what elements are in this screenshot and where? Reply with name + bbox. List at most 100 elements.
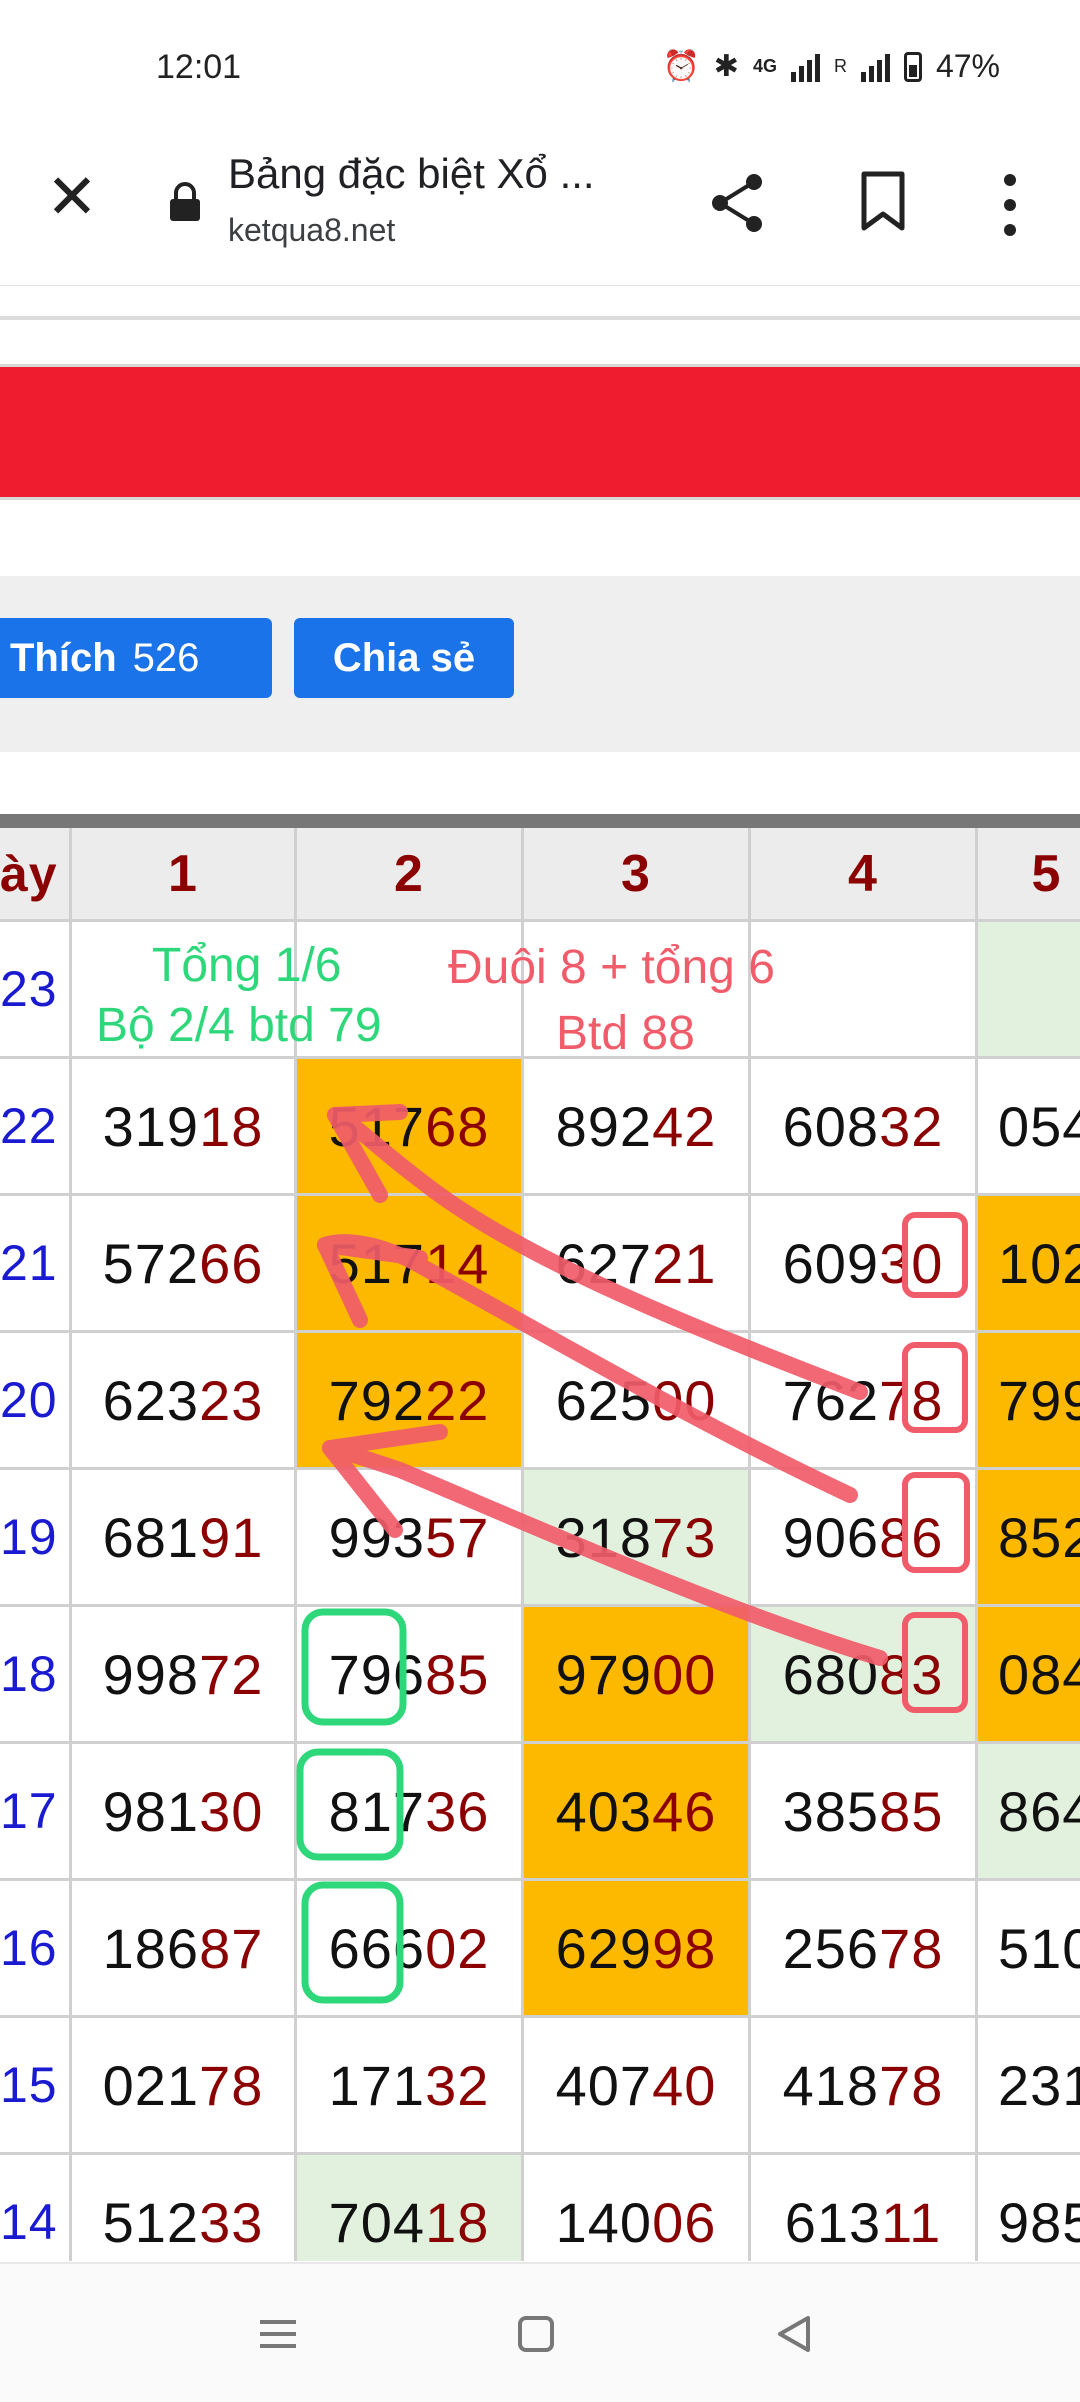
result-digits: 186 (102, 1916, 200, 1980)
result-cell[interactable]: 608 32 (751, 1059, 978, 1196)
result-digits: 319 (102, 1094, 200, 1158)
result-digits: 623 (102, 1368, 200, 1432)
result-tail-digits: 30 (879, 1231, 944, 1295)
back-icon[interactable] (764, 2304, 824, 2364)
result-tail-digits: 98 (652, 1916, 717, 1980)
alarm-icon: ⏰ (662, 50, 700, 83)
share-icon[interactable] (702, 168, 772, 238)
result-cell[interactable]: 681 91 (72, 1470, 297, 1607)
result-cell[interactable]: 021 78 (72, 2018, 297, 2155)
result-cell[interactable]: 517 68 (297, 1059, 524, 1196)
result-cell[interactable]: 609 30 (751, 1196, 978, 1333)
result-cell[interactable]: 792 22 (297, 1333, 524, 1470)
result-digits: 864 (998, 1779, 1080, 1843)
like-button[interactable]: Thích 526 (0, 618, 272, 698)
result-cell[interactable]: 171 32 (297, 2018, 524, 2155)
result-cell[interactable]: 864 (978, 1744, 1080, 1881)
result-cell[interactable]: 852 (978, 1470, 1080, 1607)
result-digits: 512 (102, 2190, 200, 2254)
result-cell[interactable]: 140 06 (524, 2155, 751, 2261)
result-cell[interactable]: 625 00 (524, 1333, 751, 1470)
result-cell[interactable]: 054 (978, 1059, 1080, 1196)
result-tail-digits: 06 (652, 2190, 717, 2254)
result-cell[interactable]: 762 78 (751, 1333, 978, 1470)
result-digits: 985 (998, 2190, 1080, 2254)
result-cell[interactable]: 629 98 (524, 1881, 751, 2018)
page-url[interactable]: ketqua8.net (228, 212, 395, 249)
result-cell[interactable]: 704 18 (297, 2155, 524, 2261)
bookmark-icon[interactable] (858, 170, 908, 232)
annotation-total: Tổng 1/6 (152, 939, 342, 992)
result-cell[interactable]: 517 14 (297, 1196, 524, 1333)
result-cell[interactable]: 319 18 (72, 1059, 297, 1196)
page-title[interactable]: Bảng đặc biệt Xổ ... (228, 150, 595, 198)
result-digits: 799 (998, 1368, 1080, 1432)
system-nav-bar (0, 2262, 1080, 2402)
result-digits: 231 (998, 2053, 1080, 2117)
more-icon[interactable] (990, 170, 1030, 240)
status-time: 12:01 (156, 48, 242, 86)
result-cell[interactable]: 512 33 (72, 2155, 297, 2261)
row-day-label: 14 (0, 2155, 72, 2261)
table-header-col: 3 (524, 828, 751, 922)
table-header-col: 1 (72, 828, 297, 922)
result-cell[interactable]: 572 66 (72, 1196, 297, 1333)
table-header-col: 4 (751, 828, 978, 922)
result-cell[interactable]: 231 (978, 2018, 1080, 2155)
close-icon[interactable]: ✕ (42, 167, 102, 229)
result-digits: 140 (555, 2190, 653, 2254)
menu-icon[interactable] (248, 2304, 308, 2364)
result-cell[interactable]: 985 (978, 2155, 1080, 2261)
result-cell[interactable]: 817 36 (297, 1744, 524, 1881)
result-tail-digits: 32 (425, 2053, 490, 2117)
result-digits: 084 (998, 1642, 1080, 1706)
result-cell[interactable]: 623 23 (72, 1333, 297, 1470)
result-digits: 385 (782, 1779, 880, 1843)
result-tail-digits: 68 (425, 1094, 490, 1158)
result-cell[interactable]: 993 57 (297, 1470, 524, 1607)
result-cell[interactable]: 084 (978, 1607, 1080, 1744)
result-cell[interactable]: 613 11 (751, 2155, 978, 2261)
result-tail-digits: 73 (652, 1505, 717, 1569)
result-cell[interactable]: 407 40 (524, 2018, 751, 2155)
result-cell[interactable]: 979 00 (524, 1607, 751, 1744)
result-tail-digits: 14 (425, 1231, 490, 1295)
home-icon[interactable] (506, 2304, 566, 2364)
result-cell[interactable]: 998 72 (72, 1607, 297, 1744)
share-button[interactable]: Chia sẻ (294, 618, 514, 698)
battery-icon (903, 51, 922, 82)
row-day-label: 15 (0, 2018, 72, 2155)
result-cell[interactable]: 680 83 (751, 1607, 978, 1744)
result-cell[interactable]: 385 85 (751, 1744, 978, 1881)
row-day-label: 19 (0, 1470, 72, 1607)
result-cell[interactable]: 906 86 (751, 1470, 978, 1607)
result-digits: 627 (555, 1231, 653, 1295)
result-cell[interactable]: 799 (978, 1333, 1080, 1470)
result-tail-digits: 87 (199, 1916, 264, 1980)
row-day-label: 21 (0, 1196, 72, 1333)
result-cell[interactable]: 510 (978, 1881, 1080, 2018)
like-count: 526 (132, 635, 200, 680)
result-cell[interactable]: 981 30 (72, 1744, 297, 1881)
result-cell[interactable]: 318 73 (524, 1470, 751, 1607)
result-cell[interactable]: 666 02 (297, 1881, 524, 2018)
row-day-label: 18 (0, 1607, 72, 1744)
result-tail-digits: 78 (199, 2053, 264, 2117)
result-digits: 704 (328, 2190, 426, 2254)
result-tail-digits: 83 (879, 1642, 944, 1706)
result-digits: 021 (102, 2053, 200, 2117)
result-cell[interactable] (751, 922, 978, 1059)
web-page: Thích 526 Chia sẻ ày 1 2 3 4 5 23 22 319 18 517 68 8… (0, 286, 1080, 2261)
result-cell[interactable]: 102 (978, 1196, 1080, 1333)
result-cell[interactable]: 256 78 (751, 1881, 978, 2018)
result-cell[interactable]: 186 87 (72, 1881, 297, 2018)
result-tail-digits: 78 (879, 1368, 944, 1432)
result-cell[interactable]: 403 46 (524, 1744, 751, 1881)
result-cell[interactable]: 892 42 (524, 1059, 751, 1196)
result-digits: 517 (328, 1231, 426, 1295)
result-cell[interactable]: 418 78 (751, 2018, 978, 2155)
result-cell[interactable]: 796 85 (297, 1607, 524, 1744)
result-digits: 403 (555, 1779, 653, 1843)
result-cell[interactable] (978, 922, 1080, 1059)
result-cell[interactable]: 627 21 (524, 1196, 751, 1333)
